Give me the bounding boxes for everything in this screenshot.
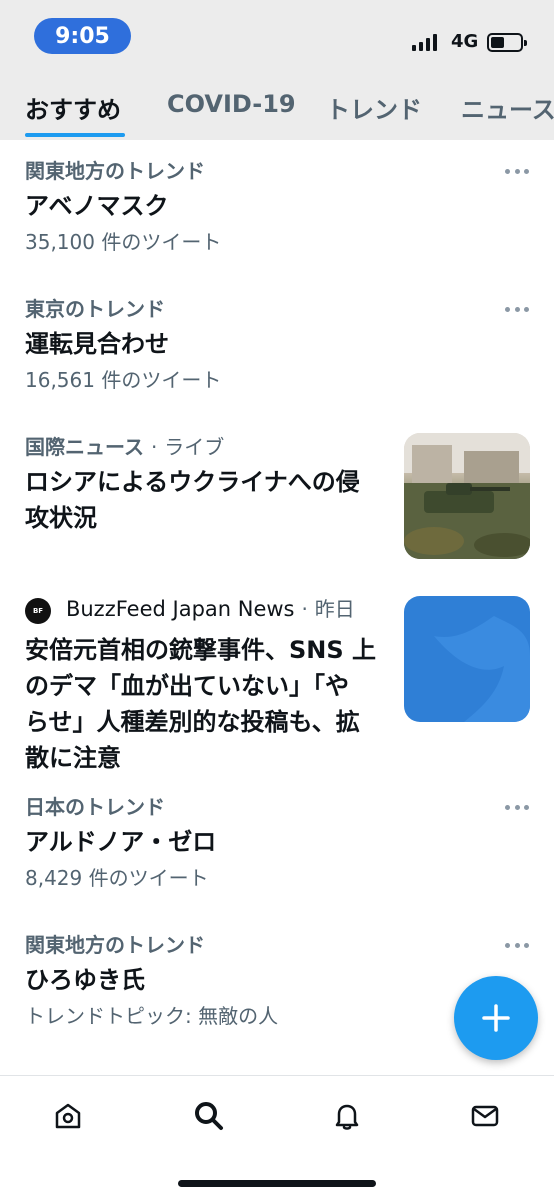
news-title: 安倍元首相の銃撃事件、SNS 上 のデマ「血が出ていない」「や らせ」人種差別的… <box>25 632 395 776</box>
trend-context: 関東地方のトレンド <box>25 933 205 957</box>
news-title-line: らせ」人種差別的な投稿も、拡 <box>25 707 360 736</box>
news-category: 国際ニュース <box>25 435 144 459</box>
home-indicator[interactable] <box>178 1180 376 1187</box>
tank-photo-image <box>404 433 530 559</box>
news-context: BF BuzzFeed Japan News · 昨日 <box>25 596 395 624</box>
tab-for-you[interactable]: おすすめ <box>25 90 121 125</box>
battery-icon <box>487 33 527 52</box>
news-title-line: 散に注意 <box>25 743 121 772</box>
tab-news[interactable]: ニュース <box>461 90 554 125</box>
news-title: ロシアによるウクライナへの侵 攻状況 <box>25 464 395 536</box>
tab-covid-19[interactable]: COVID-19 <box>167 90 296 118</box>
trend-context: 日本のトレンド <box>25 795 165 819</box>
trend-tweet-count: 16,561 件のツイート <box>25 368 222 392</box>
trend-context: 関東地方のトレンド <box>25 159 205 183</box>
news-source: BuzzFeed Japan News <box>65 597 295 621</box>
news-thumbnail[interactable] <box>404 433 530 559</box>
plus-icon <box>482 1004 510 1032</box>
compose-button[interactable] <box>454 976 538 1060</box>
trend-context: 東京のトレンド <box>25 297 165 321</box>
trend-title: アルドノア・ゼロ <box>25 828 217 856</box>
top-header: 9:05 4G おすすめ COVID-19 トレンド ニュース <box>0 0 554 140</box>
trend-title: アベノマスク <box>25 192 169 220</box>
news-thumbnail[interactable] <box>404 596 530 722</box>
twitter-bird-icon <box>434 616 530 722</box>
news-context: 国際ニュース · ライブ <box>25 434 395 460</box>
mail-icon <box>471 1105 499 1127</box>
trend-item[interactable]: 東京のトレンド 運転見合わせ 16,561 件のツイート <box>25 296 221 394</box>
battery-cap <box>524 40 527 46</box>
trend-tweet-count: 35,100 件のツイート <box>25 230 222 254</box>
news-title-line: 安倍元首相の銃撃事件、SNS 上 <box>25 635 377 664</box>
nav-messages[interactable] <box>465 1096 505 1136</box>
news-time: 昨日 <box>314 597 355 621</box>
search-icon <box>195 1102 223 1130</box>
news-live-label: ライブ <box>164 435 225 459</box>
home-icon <box>55 1103 81 1129</box>
status-time: 9:05 <box>34 18 131 54</box>
more-dots-icon[interactable] <box>505 303 529 315</box>
trend-item[interactable]: 関東地方のトレンド アベノマスク 35,100 件のツイート <box>25 158 221 256</box>
more-dots-icon[interactable] <box>505 165 529 177</box>
battery-fill <box>491 37 504 48</box>
trend-title: 運転見合わせ <box>25 330 169 358</box>
news-title-line: ロシアによるウクライナへの侵 <box>25 468 360 496</box>
news-item[interactable]: BF BuzzFeed Japan News · 昨日 安倍元首相の銃撃事件、S… <box>25 596 395 776</box>
signal-icon <box>412 34 437 51</box>
network-label: 4G <box>451 31 479 52</box>
explore-tabs: おすすめ COVID-19 トレンド ニュース <box>0 84 554 140</box>
more-dots-icon[interactable] <box>505 939 529 951</box>
bell-icon <box>335 1104 359 1130</box>
trend-item[interactable]: 関東地方のトレンド ひろゆき氏 トレンドトピック: 無敵の人 <box>25 932 278 1030</box>
active-tab-indicator <box>25 133 125 137</box>
nav-notifications[interactable] <box>327 1096 367 1136</box>
nav-home[interactable] <box>48 1096 88 1136</box>
news-separator: · <box>150 435 158 459</box>
tab-trending[interactable]: トレンド <box>326 90 422 125</box>
trend-topic: トレンドトピック: 無敵の人 <box>25 1004 279 1028</box>
more-dots-icon[interactable] <box>505 801 529 813</box>
buzzfeed-logo-icon: BF <box>25 597 51 624</box>
trend-item[interactable]: 日本のトレンド アルドノア・ゼロ 8,429 件のツイート <box>25 794 216 892</box>
news-separator: · <box>301 597 308 621</box>
news-item[interactable]: 国際ニュース · ライブ ロシアによるウクライナへの侵 攻状況 <box>25 434 395 536</box>
trend-tweet-count: 8,429 件のツイート <box>25 866 209 890</box>
news-title-line: のデマ「血が出ていない」「や <box>25 671 349 700</box>
news-title-line: 攻状況 <box>25 504 97 532</box>
nav-search[interactable] <box>189 1096 229 1136</box>
trend-title: ひろゆき氏 <box>25 966 145 994</box>
